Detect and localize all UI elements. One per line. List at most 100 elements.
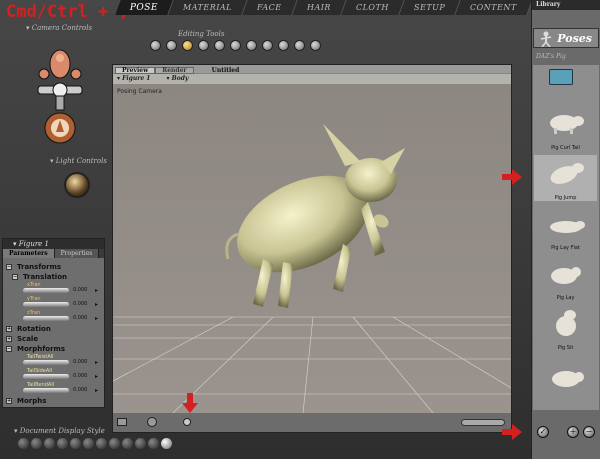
editing-tools-bar xyxy=(150,40,321,51)
pig-thumbnail xyxy=(550,163,584,184)
tab-properties[interactable]: Properties xyxy=(54,249,100,258)
dial-ztran[interactable]: zTran 0.000 ▸ xyxy=(3,310,104,324)
pig-thumbnail xyxy=(551,267,581,284)
tracking-mode-buttons[interactable] xyxy=(461,419,505,426)
light-controls-sphere[interactable] xyxy=(64,172,90,198)
library-item-pig-jump[interactable]: Pig Jump xyxy=(534,155,597,201)
library-item-pig-lay-flat[interactable]: Pig Lay Flat xyxy=(534,205,597,251)
display-style-smooth-lined[interactable] xyxy=(148,438,159,449)
rotate-tool-icon[interactable] xyxy=(150,40,161,51)
dial-xtran[interactable]: xTran 0.000 ▸ xyxy=(3,282,104,296)
pig-thumbnail xyxy=(550,115,584,134)
actor-selector[interactable]: ▾ Body xyxy=(167,75,189,82)
parameters-panel: ▾ Figure 1 Parameters Properties − Transf… xyxy=(2,238,105,408)
display-style-texture-shaded[interactable] xyxy=(161,438,172,449)
tab-parameters[interactable]: Parameters xyxy=(3,249,55,258)
display-style-outline[interactable] xyxy=(31,438,42,449)
library-item-pig-lay[interactable]: Pig Lay xyxy=(534,255,597,301)
library-item-pig-pose[interactable] xyxy=(534,355,597,401)
display-style-smooth-shaded[interactable] xyxy=(135,438,146,449)
twist-tool-icon[interactable] xyxy=(166,40,177,51)
remove-from-library-icon[interactable]: − xyxy=(583,426,595,438)
dial-ytran[interactable]: yTran 0.000 ▸ xyxy=(3,296,104,310)
display-style-silhouette[interactable] xyxy=(18,438,29,449)
display-style-cartoon-line[interactable] xyxy=(122,438,133,449)
library-item-pig-curl-tail[interactable]: Pig Curl Tail xyxy=(534,105,597,151)
camera-label: Posing Camera xyxy=(117,88,162,95)
display-style-buttons xyxy=(18,438,172,449)
document-window: Preview Render Untitled ▾ Figure 1 ▾ Bod… xyxy=(112,64,512,433)
display-style-cartoon[interactable] xyxy=(109,438,120,449)
figure-circle-icon[interactable] xyxy=(147,417,157,427)
group-morphforms[interactable]: − Morphforms xyxy=(3,344,104,354)
ground-grid xyxy=(113,316,511,413)
tab-preview[interactable]: Preview xyxy=(115,67,156,74)
document-display-style-label: ▾ Document Display Style xyxy=(14,427,105,435)
group-morphs[interactable]: + Morphs xyxy=(3,396,104,406)
taper-tool-icon[interactable] xyxy=(214,40,225,51)
red-arrow-down-icon xyxy=(182,393,198,413)
viewport-scene xyxy=(113,124,511,413)
library-items-list: Pig Curl Tail Pig Jump Pig Lay Flat Pig … xyxy=(533,65,599,410)
poser-app-window: Cmd/Ctrl + , POSE MATERIAL FACE HAIR CLO… xyxy=(0,0,600,459)
morph-brush-tool-icon[interactable] xyxy=(294,40,305,51)
pig-thumbnail xyxy=(552,371,584,387)
dial-tailtwistall[interactable]: TailTwistAll 0.000 ▸ xyxy=(3,354,104,368)
tab-cloth[interactable]: CLOTH xyxy=(340,0,405,15)
display-style-hidden-line[interactable] xyxy=(57,438,68,449)
tab-pose[interactable]: POSE xyxy=(115,0,174,15)
pig-thumbnail xyxy=(556,310,576,336)
apply-checkmark-icon[interactable]: ✓ xyxy=(537,426,549,438)
direct-manipulation-tool-icon[interactable] xyxy=(310,40,321,51)
library-palette: Library Poses DAZ's Pig Pig Curl Tail Pi… xyxy=(531,0,600,459)
library-subfolder: DAZ's Pig xyxy=(536,53,566,60)
group-rotation[interactable]: + Rotation xyxy=(3,324,104,334)
display-style-lit-wireframe[interactable] xyxy=(70,438,81,449)
red-arrow-right-icon xyxy=(502,424,522,440)
tab-face[interactable]: FACE xyxy=(242,0,298,15)
figure-selector[interactable]: ▾ Figure 1 xyxy=(117,75,150,82)
document-window-toolbar xyxy=(113,413,511,432)
red-arrow-right-icon xyxy=(502,169,522,185)
3d-viewport[interactable]: Posing Camera xyxy=(113,84,511,413)
display-style-flat-lined[interactable] xyxy=(96,438,107,449)
grouping-tool-icon[interactable] xyxy=(262,40,273,51)
library-category-poses[interactable]: Poses xyxy=(533,28,599,48)
display-style-flat-shaded[interactable] xyxy=(83,438,94,449)
group-transforms[interactable]: − Transforms xyxy=(3,262,104,272)
dial-tailbendall[interactable]: TailBendAll 0.000 ▸ xyxy=(3,382,104,396)
ground-plane-icon[interactable] xyxy=(117,418,127,426)
group-translation[interactable]: − Translation xyxy=(3,272,104,282)
camera-controls-label: ▾ Camera Controls xyxy=(26,24,93,32)
camera-controls[interactable] xyxy=(30,48,90,148)
view-magnifier-tool-icon[interactable] xyxy=(278,40,289,51)
library-title: Library xyxy=(532,0,600,10)
display-style-wireframe[interactable] xyxy=(44,438,55,449)
figure-selector-bar: ▾ Figure 1 ▾ Body xyxy=(113,74,511,84)
shortcut-overlay-text: Cmd/Ctrl + , xyxy=(6,2,129,22)
parameters-panel-title: ▾ Figure 1 xyxy=(3,239,104,249)
shadow-toggle-icon[interactable] xyxy=(183,418,191,426)
tab-material[interactable]: MATERIAL xyxy=(168,0,248,15)
tab-setup[interactable]: SETUP xyxy=(398,0,461,15)
dial-tailsideall[interactable]: TailSideAll 0.000 ▸ xyxy=(3,368,104,382)
tab-render[interactable]: Render xyxy=(155,67,194,74)
library-item-pig-sit[interactable]: Pig Sit xyxy=(534,305,597,351)
chain-break-tool-icon[interactable] xyxy=(230,40,241,51)
add-to-library-icon[interactable]: + xyxy=(567,426,579,438)
translate-tool-icon[interactable] xyxy=(182,40,193,51)
editing-tools-label: Editing Tools xyxy=(178,30,225,38)
pig-figure xyxy=(225,124,405,308)
library-footer: ✓ + − xyxy=(533,418,599,448)
pose-figure-icon xyxy=(540,31,552,47)
pig-thumbnail xyxy=(550,221,585,233)
scale-tool-icon[interactable] xyxy=(198,40,209,51)
tab-content[interactable]: CONTENT xyxy=(455,0,533,15)
document-title: Untitled xyxy=(211,67,240,74)
room-tabs: POSE MATERIAL FACE HAIR CLOTH SETUP CONT… xyxy=(115,0,533,15)
tab-hair[interactable]: HAIR xyxy=(292,0,347,15)
color-tool-icon[interactable] xyxy=(246,40,257,51)
up-folder-icon[interactable] xyxy=(549,69,573,85)
light-controls-label: ▾ Light Controls xyxy=(50,157,107,165)
group-scale[interactable]: + Scale xyxy=(3,334,104,344)
